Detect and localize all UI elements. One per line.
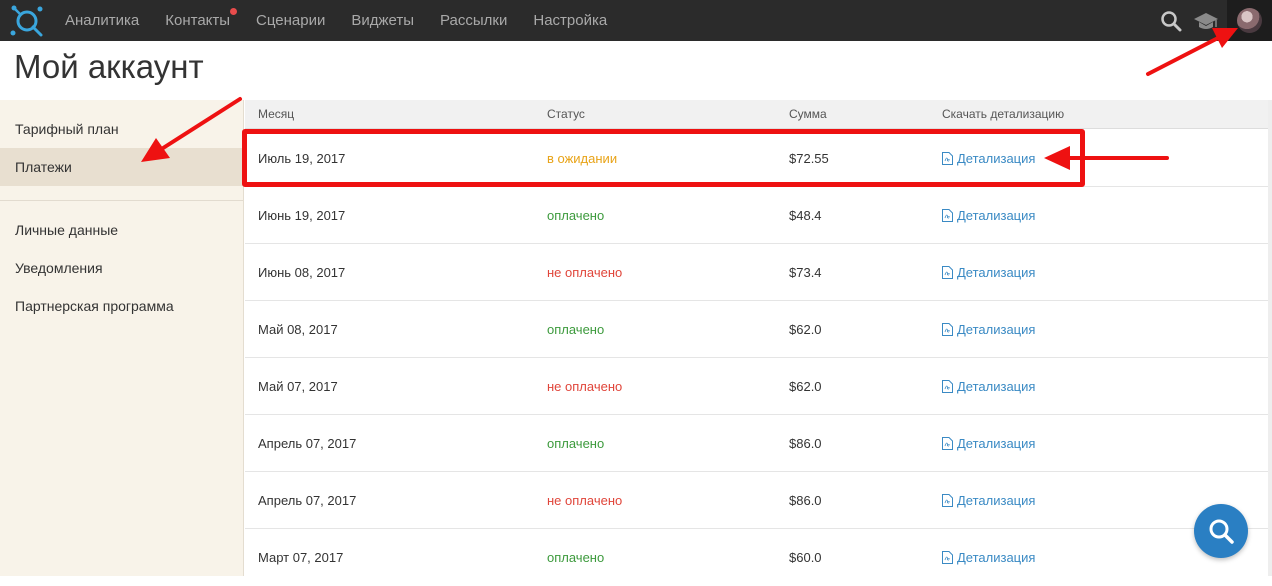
magnifier-icon — [1209, 519, 1234, 544]
nav-item-widgets[interactable]: Виджеты — [338, 0, 427, 41]
table-row: Июнь 08, 2017 не оплачено $73.4 Детализа… — [245, 244, 1272, 301]
main-nav: Аналитика Контакты Сценарии Виджеты Расс… — [52, 0, 620, 41]
status-badge: не оплачено — [547, 265, 623, 280]
sidebar-item-payments[interactable]: Платежи — [0, 148, 243, 186]
amount-cell: $86.0 — [789, 493, 822, 508]
amount-cell: $62.0 — [789, 379, 822, 394]
column-header-status: Статус — [547, 107, 585, 121]
status-badge: не оплачено — [547, 493, 623, 508]
column-header-month: Месяц — [258, 107, 295, 121]
nav-item-analytics[interactable]: Аналитика — [52, 0, 152, 41]
status-badge: оплачено — [547, 436, 605, 451]
table-row: Апрель 07, 2017 не оплачено $86.0 Детали… — [245, 472, 1272, 529]
detail-link-label: Детализация — [957, 265, 1036, 280]
pdf-file-icon — [942, 437, 953, 450]
status-badge: не оплачено — [547, 379, 623, 394]
pdf-file-icon — [942, 323, 953, 336]
status-badge: оплачено — [547, 208, 605, 223]
nav-item-label: Виджеты — [351, 12, 415, 29]
nav-item-contacts[interactable]: Контакты — [152, 0, 243, 41]
scrollbar[interactable] — [1268, 100, 1272, 576]
account-sidebar: Тарифный план Платежи Личные данные Увед… — [0, 100, 244, 576]
nav-item-label: Контакты — [165, 12, 231, 29]
payments-table-header: Месяц Статус Сумма Скачать детализацию — [245, 100, 1272, 129]
amount-cell: $60.0 — [789, 550, 822, 565]
amount-cell: $62.0 — [789, 322, 822, 337]
amount-cell: $86.0 — [789, 436, 822, 451]
pdf-file-icon — [942, 266, 953, 279]
nav-item-mailings[interactable]: Рассылки — [427, 0, 520, 41]
month-cell: Май 08, 2017 — [258, 322, 338, 337]
table-row: Март 07, 2017 оплачено $60.0 Детализация — [245, 529, 1272, 576]
detail-link[interactable]: Детализация — [942, 187, 1035, 244]
detail-link-label: Детализация — [957, 436, 1036, 451]
page-title: Мой аккаунт — [14, 48, 204, 85]
pdf-file-icon — [942, 380, 953, 393]
pdf-file-icon — [942, 494, 953, 507]
table-row: Май 08, 2017 оплачено $62.0 Детализация — [245, 301, 1272, 358]
amount-cell: $48.4 — [789, 208, 822, 223]
detail-link[interactable]: Детализация — [942, 301, 1035, 358]
sidebar-item-personal-data[interactable]: Личные данные — [0, 211, 243, 249]
nav-item-label: Рассылки — [440, 12, 508, 29]
pdf-file-icon — [942, 209, 953, 222]
column-header-amount: Сумма — [789, 107, 827, 121]
sidebar-item-partner-program[interactable]: Партнерская программа — [0, 287, 243, 325]
month-cell: Июнь 19, 2017 — [258, 208, 346, 223]
detail-link-label: Детализация — [957, 550, 1036, 565]
detail-link-label: Детализация — [957, 208, 1036, 223]
column-header-download: Скачать детализацию — [942, 107, 1065, 121]
help-search-button[interactable] — [1194, 504, 1248, 558]
detail-link[interactable]: Детализация — [942, 472, 1035, 529]
nav-item-settings[interactable]: Настройка — [520, 0, 620, 41]
search-icon[interactable] — [1160, 10, 1182, 32]
sidebar-item-notifications[interactable]: Уведомления — [0, 249, 243, 287]
detail-link[interactable]: Детализация — [942, 244, 1035, 301]
sidebar-item-tariff-plan[interactable]: Тарифный план — [0, 110, 243, 148]
nav-item-scenarios[interactable]: Сценарии — [243, 0, 338, 41]
detail-link[interactable]: Детализация — [942, 358, 1035, 415]
nav-item-label: Настройка — [533, 12, 608, 29]
month-cell: Июнь 08, 2017 — [258, 265, 346, 280]
nav-item-label: Аналитика — [65, 12, 140, 29]
month-cell: Март 07, 2017 — [258, 550, 344, 565]
amount-cell: $73.4 — [789, 265, 822, 280]
avatar[interactable] — [1237, 8, 1262, 33]
detail-link-label: Детализация — [957, 322, 1036, 337]
sidebar-divider — [0, 200, 243, 201]
detail-link-label: Детализация — [957, 493, 1036, 508]
user-menu[interactable] — [1227, 0, 1272, 41]
status-badge: оплачено — [547, 550, 605, 565]
table-row: Июнь 19, 2017 оплачено $48.4 Детализация — [245, 187, 1272, 244]
annotation-highlight-box — [242, 129, 1085, 187]
notification-dot — [230, 8, 238, 15]
detail-link[interactable]: Детализация — [942, 415, 1035, 472]
month-cell: Апрель 07, 2017 — [258, 493, 357, 508]
nav-item-label: Сценарии — [256, 12, 326, 29]
table-row: Апрель 07, 2017 оплачено $86.0 Детализац… — [245, 415, 1272, 472]
detail-link[interactable]: Детализация — [942, 529, 1035, 586]
table-row: Май 07, 2017 не оплачено $62.0 Детализац… — [245, 358, 1272, 415]
status-badge: оплачено — [547, 322, 605, 337]
graduation-cap-icon[interactable] — [1193, 10, 1219, 32]
month-cell: Апрель 07, 2017 — [258, 436, 357, 451]
month-cell: Май 07, 2017 — [258, 379, 338, 394]
pdf-file-icon — [942, 551, 953, 564]
detail-link-label: Детализация — [957, 379, 1036, 394]
top-navigation-bar: Аналитика Контакты Сценарии Виджеты Расс… — [0, 0, 1272, 41]
logo-icon[interactable] — [10, 4, 44, 38]
